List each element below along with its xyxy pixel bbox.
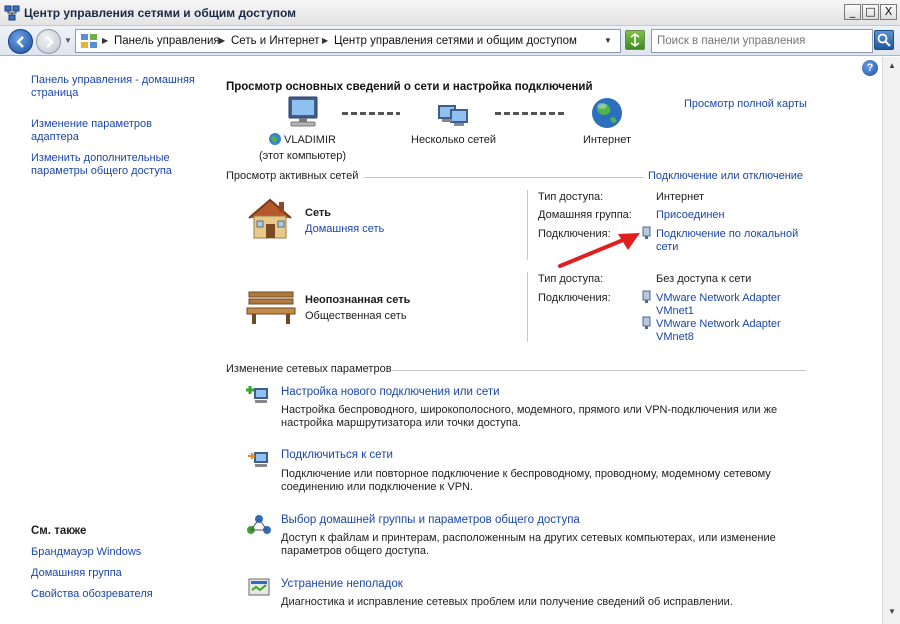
chevron-right-icon[interactable]: ▶ [219,36,225,45]
homegroup-icon [247,515,271,534]
map-middle-label: Несколько сетей [411,134,497,146]
recent-pages-chevron-icon[interactable]: ▼ [64,36,72,45]
sidebar-link-sharing-settings[interactable]: Изменить дополнительные параметры общего… [31,152,191,178]
ethernet-adapter-icon [642,290,651,303]
local-connection-link[interactable]: Подключение по локальной [656,228,798,240]
network-1-homegroup-link[interactable]: Присоединен [656,209,725,221]
task-connect-desc-1: Подключение или повторное подключение к … [281,468,771,480]
chevron-right-icon[interactable]: ▶ [322,36,328,45]
breadcrumb[interactable]: ▶ Панель управления ▶ Сеть и Интернет ▶ … [75,29,621,53]
sidebar-link-adapter-settings[interactable]: Изменение параметров адаптера [31,118,161,144]
search-icon [877,33,891,47]
task-new-connection-link[interactable]: Настройка нового подключения или сети [281,386,500,398]
task-connect-desc-2: соединению или подключение к VPN. [281,481,474,493]
local-connection-link-line2[interactable]: сети [656,241,678,253]
arrow-right-icon [46,36,54,48]
window-title: Центр управления сетями и общим доступом [24,6,297,20]
network-1-access-label: Тип доступа: [538,191,604,203]
new-connection-icon [246,386,268,403]
task-connect-link[interactable]: Подключиться к сети [281,449,393,461]
red-arrow-annotation-icon [558,233,640,268]
vmnet1-link-line2[interactable]: VMnet1 [656,305,694,317]
task-new-connection-desc-1: Настройка беспроводного, широкополосного… [281,404,778,416]
network-2-access-label: Тип доступа: [538,273,604,285]
close-button[interactable]: X [880,4,897,20]
network-center-icon [4,5,20,21]
task-homegroup-desc-2: параметров общего доступа. [281,545,430,557]
network-2-type: Общественная сеть [305,310,407,322]
refresh-icon [630,33,640,47]
crumb-network-internet[interactable]: Сеть и Интернет [231,35,320,47]
title-bar: Центр управления сетями и общим доступом… [0,0,900,26]
vmnet8-link-line2[interactable]: VMnet8 [656,331,694,343]
network-1-access-value: Интернет [656,191,704,203]
search-field[interactable] [651,29,873,53]
connect-to-network-icon [248,452,268,467]
see-also-firewall[interactable]: Брандмауэр Windows [31,546,141,559]
map-internet-label: Интернет [583,134,631,146]
network-1-type-link[interactable]: Домашняя сеть [305,223,384,235]
task-homegroup-desc-1: Доступ к файлам и принтерам, расположенн… [281,532,776,544]
divider [364,177,644,178]
globe-small-icon [269,133,281,145]
public-network-bench-icon [246,291,296,324]
back-button[interactable] [8,29,33,54]
vmnet8-link[interactable]: VMware Network Adapter [656,318,781,330]
divider [527,272,528,342]
search-button[interactable] [874,30,894,50]
computer-subtitle: (этот компьютер) [259,150,347,162]
vertical-scrollbar[interactable]: ▲ ▼ [882,57,900,624]
divider [392,370,806,371]
computer-icon [288,96,318,127]
map-connector [495,112,567,115]
see-also-internet-options[interactable]: Свойства обозревателя [31,588,153,601]
task-homegroup-link[interactable]: Выбор домашней группы и параметров общег… [281,514,580,526]
troubleshoot-icon [248,578,270,596]
task-troubleshoot-desc-1: Диагностика и исправление сетевых пробле… [281,596,733,608]
scroll-down-icon[interactable]: ▼ [885,605,899,619]
crumb-control-panel[interactable]: Панель управления [114,35,220,47]
active-networks-title: Просмотр активных сетей [226,170,359,182]
ethernet-adapter-icon [642,316,651,329]
control-panel-icon [81,34,97,48]
address-bar: ▼ ▶ Панель управления ▶ Сеть и Интернет … [0,26,900,56]
see-also-homegroup[interactable]: Домашняя группа [31,567,122,580]
sidebar-link-home[interactable]: Панель управления - домашняя страница [31,74,201,100]
minimize-button[interactable]: _ [844,4,861,20]
search-input[interactable] [652,30,872,52]
see-also-heading: См. также [31,525,87,537]
page-title: Просмотр основных сведений о сети и наст… [226,81,593,93]
crumb-network-center[interactable]: Центр управления сетями и общим доступом [334,35,577,47]
arrow-left-icon [16,36,24,48]
task-new-connection-desc-2: настройка маршрутизатора или точки досту… [281,417,522,429]
connect-disconnect-link[interactable]: Подключение или отключение [648,170,803,182]
change-settings-title: Изменение сетевых параметров [226,363,392,375]
full-map-link[interactable]: Просмотр полной карты [684,98,807,110]
computer-name: VLADIMIR [284,134,336,146]
task-troubleshoot-link[interactable]: Устранение неполадок [281,578,403,590]
network-2-access-value: Без доступа к сети [656,273,752,285]
network-1-name: Сеть [305,207,332,219]
divider [527,190,528,260]
vmnet1-link[interactable]: VMware Network Adapter [656,292,781,304]
refresh-button[interactable] [625,30,645,50]
map-connector [342,112,400,115]
address-dropdown-icon[interactable]: ▼ [604,36,612,45]
network-2-connections-label: Подключения: [538,292,611,304]
chevron-right-icon[interactable]: ▶ [102,36,108,45]
internet-globe-icon [592,98,622,128]
help-icon[interactable]: ? [862,60,878,76]
scroll-up-icon[interactable]: ▲ [885,59,899,73]
maximize-button[interactable]: □ [862,4,879,20]
multiple-networks-icon [438,105,468,126]
home-network-icon [248,198,292,239]
network-2-name: Неопознанная сеть [305,294,411,306]
network-1-homegroup-label: Домашняя группа: [538,209,632,221]
forward-button[interactable] [36,29,61,54]
